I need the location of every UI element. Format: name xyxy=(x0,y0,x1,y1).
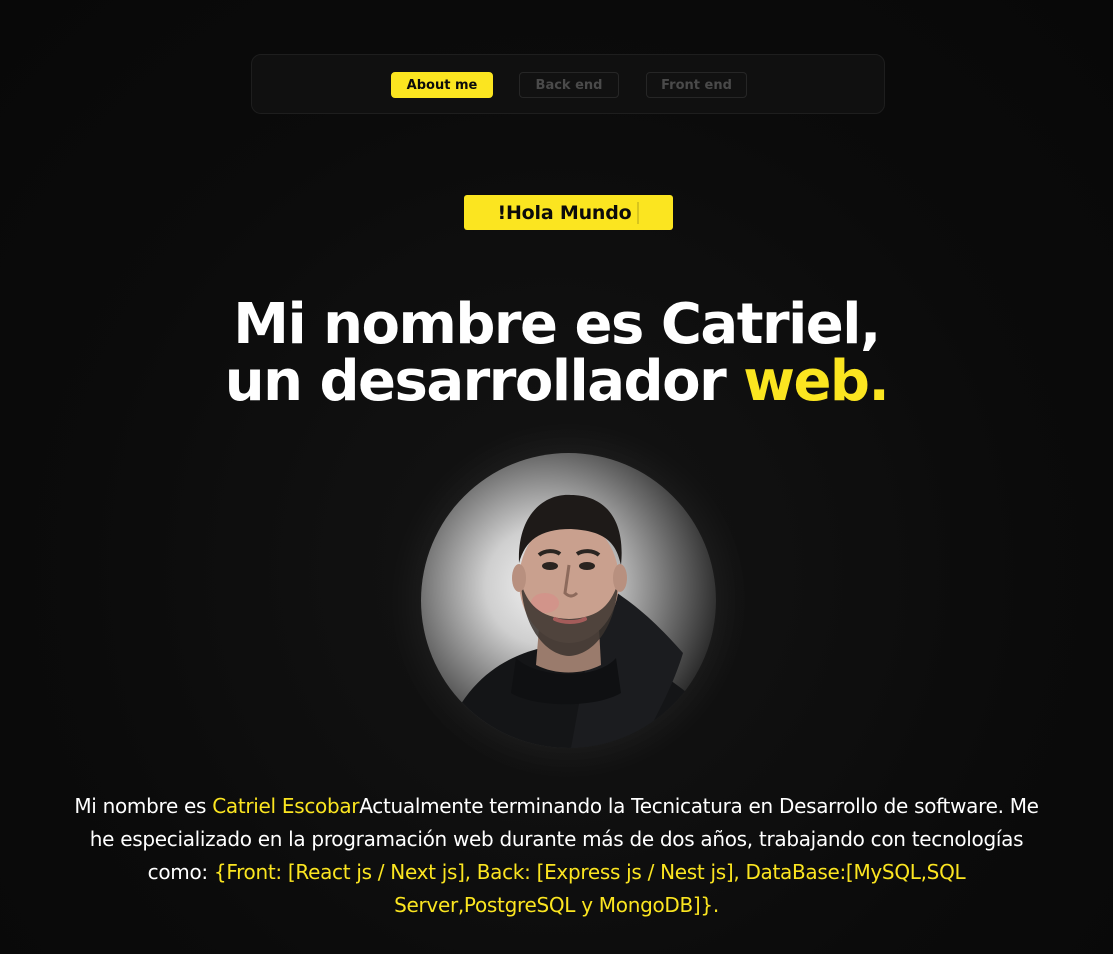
hero-title-accent: web. xyxy=(743,349,890,414)
hero-title-line1: Mi nombre es Catriel, xyxy=(233,292,881,357)
greeting-text: !Hola Mundo xyxy=(497,201,632,224)
avatar xyxy=(421,453,716,748)
greeting-badge: !Hola Mundo xyxy=(464,195,673,230)
hero-title: Mi nombre es Catriel, un desarrollador w… xyxy=(0,296,1113,410)
hero-title-line2: un desarrollador xyxy=(224,349,744,414)
bio-tech-stack: {Front: [React js / Next js], Back: [Exp… xyxy=(213,860,966,917)
bio-paragraph: Mi nombre es Catriel EscobarActualmente … xyxy=(70,790,1043,922)
tab-front-end[interactable]: Front end xyxy=(646,72,747,98)
tab-about-me[interactable]: About me xyxy=(391,72,493,98)
typing-caret xyxy=(637,201,640,224)
tab-back-end[interactable]: Back end xyxy=(519,72,619,98)
top-nav: About me Back end Front end xyxy=(251,54,885,114)
profile-photo-image xyxy=(441,494,711,748)
bio-name: Catriel Escobar xyxy=(212,794,360,818)
page: About me Back end Front end !Hola Mundo … xyxy=(0,0,1113,954)
bio-intro: Mi nombre es xyxy=(74,794,213,818)
